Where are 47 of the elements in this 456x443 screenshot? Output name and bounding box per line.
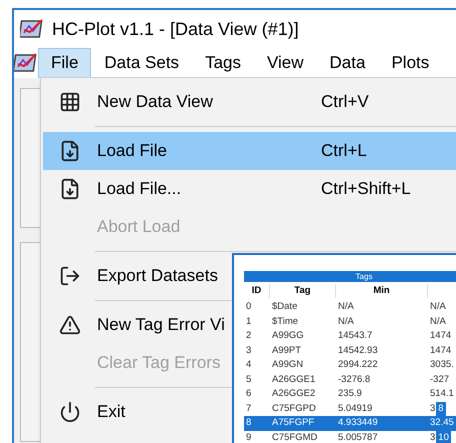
table-cell: N/A (338, 314, 354, 329)
table-cell: 4 (246, 358, 252, 372)
table-cell: A99GN (272, 358, 304, 372)
table-cell: N/A (338, 300, 354, 314)
table-cell: 2 (246, 329, 252, 344)
table-cell: A26GGE2 (272, 387, 316, 402)
table-cell: 7 (246, 402, 252, 416)
table-cell: 5.04919 (338, 402, 372, 416)
table-cell: $Time (272, 314, 298, 329)
column-header: Tag (294, 284, 311, 296)
table-cell: N/A (430, 314, 446, 329)
table-cell: N/A (430, 300, 446, 314)
table-cell: C75FGPD (272, 402, 316, 416)
table-cell: 5.005787 (338, 430, 378, 443)
window-title: HC-Plot v1.1 - [Data View (#1)] (52, 18, 299, 41)
panel-title: Tags (244, 271, 456, 282)
table-cell: 514.1 (430, 387, 454, 402)
table-cell: 235.9 (338, 387, 362, 402)
column-header: ID (252, 284, 262, 296)
table-cell: 32.45 (430, 416, 454, 430)
table-cell: 5 (246, 372, 252, 387)
table-cell: -3276.8 (338, 372, 370, 387)
table-cell: 0 (246, 300, 252, 314)
table-cell: 3035. (430, 358, 454, 372)
table-cell: A26GGE1 (272, 372, 316, 387)
table-cell: 3 (430, 430, 436, 443)
table-cell: 14542.93 (338, 344, 378, 358)
table-cell: $Date (272, 300, 298, 314)
count-badge: 10 (436, 430, 451, 443)
table-cell: 4.933449 (338, 416, 378, 430)
table-cell: A99PT (272, 344, 302, 358)
table-cell: 1474 (430, 329, 452, 344)
table-cell: 3 (430, 402, 436, 416)
table-cell: 2994.222 (338, 358, 378, 372)
table-cell: 1474 (430, 344, 452, 358)
table-cell: 9 (246, 430, 252, 443)
table-cell: 8 (246, 416, 252, 430)
table-cell: 3 (246, 344, 252, 358)
table-cell: 6 (246, 387, 252, 402)
table-cell: A75FGPF (272, 416, 314, 430)
table-cell: -327 (430, 372, 450, 387)
table-cell: A99GG (272, 329, 304, 344)
table-cell: 14543.7 (338, 329, 372, 344)
table-cell: C75FGMD (272, 430, 318, 443)
count-badge: 8 (436, 402, 446, 416)
column-header: Min (373, 284, 390, 296)
table-cell: 1 (246, 314, 252, 329)
